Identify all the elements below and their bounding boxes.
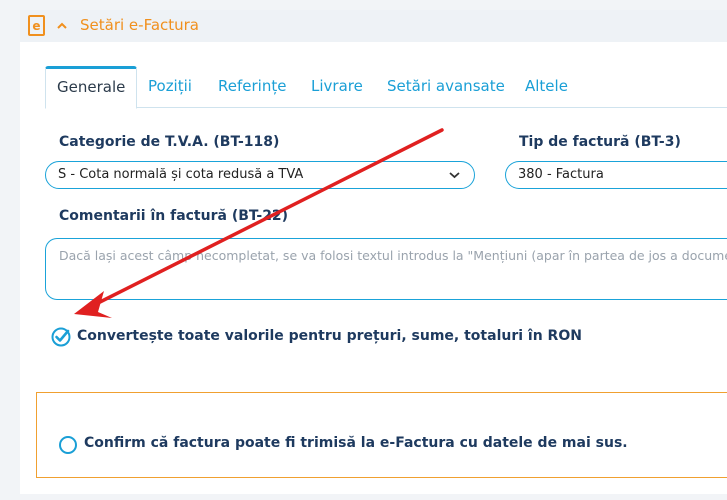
confirm-box: Confirm că factura poate fi trimisă la e…: [36, 392, 727, 478]
panel-header[interactable]: e Setări e-Factura: [20, 10, 727, 42]
chevron-up-icon[interactable]: [56, 21, 68, 31]
convert-ron-label: Convertește toate valorile pentru prețur…: [77, 328, 582, 344]
invoice-type-select[interactable]: 380 - Factura: [505, 161, 727, 189]
chevron-down-icon: [449, 172, 460, 179]
efactura-settings-panel: e Setări e-Factura Generale Poziții Refe…: [20, 10, 727, 494]
settings-tabs: Generale Poziții Referințe Livrare Setăr…: [45, 66, 727, 109]
vat-category-select[interactable]: S - Cota normală și cota redusă a TVA: [45, 161, 475, 189]
panel-title: Setări e-Factura: [80, 16, 200, 34]
vat-category-label: Categorie de T.V.A. (BT-118): [59, 134, 280, 150]
tab-generale[interactable]: Generale: [45, 66, 138, 109]
efactura-icon: e: [28, 15, 45, 36]
tab-altele[interactable]: Altele: [525, 66, 568, 108]
checkbox-checked-icon[interactable]: [51, 327, 71, 347]
comments-placeholder: Dacă lași acest câmp necompletat, se va …: [59, 248, 727, 263]
comments-label: Comentarii în factură (BT-22): [59, 208, 289, 224]
confirm-label[interactable]: Confirm că factura poate fi trimisă la e…: [84, 435, 628, 451]
invoice-type-value: 380 - Factura: [518, 167, 604, 182]
invoice-type-label: Tip de factură (BT-3): [519, 134, 681, 150]
tab-referinte[interactable]: Referințe: [218, 66, 286, 108]
radio-unchecked-icon[interactable]: [59, 436, 77, 454]
comments-textarea[interactable]: Dacă lași acest câmp necompletat, se va …: [45, 238, 727, 300]
tab-pozitii[interactable]: Poziții: [148, 66, 192, 108]
tab-setari-avansate[interactable]: Setări avansate: [387, 66, 505, 108]
vat-category-value: S - Cota normală și cota redusă a TVA: [58, 167, 304, 182]
tab-livrare[interactable]: Livrare: [311, 66, 363, 108]
efactura-icon-letter: e: [32, 18, 41, 33]
